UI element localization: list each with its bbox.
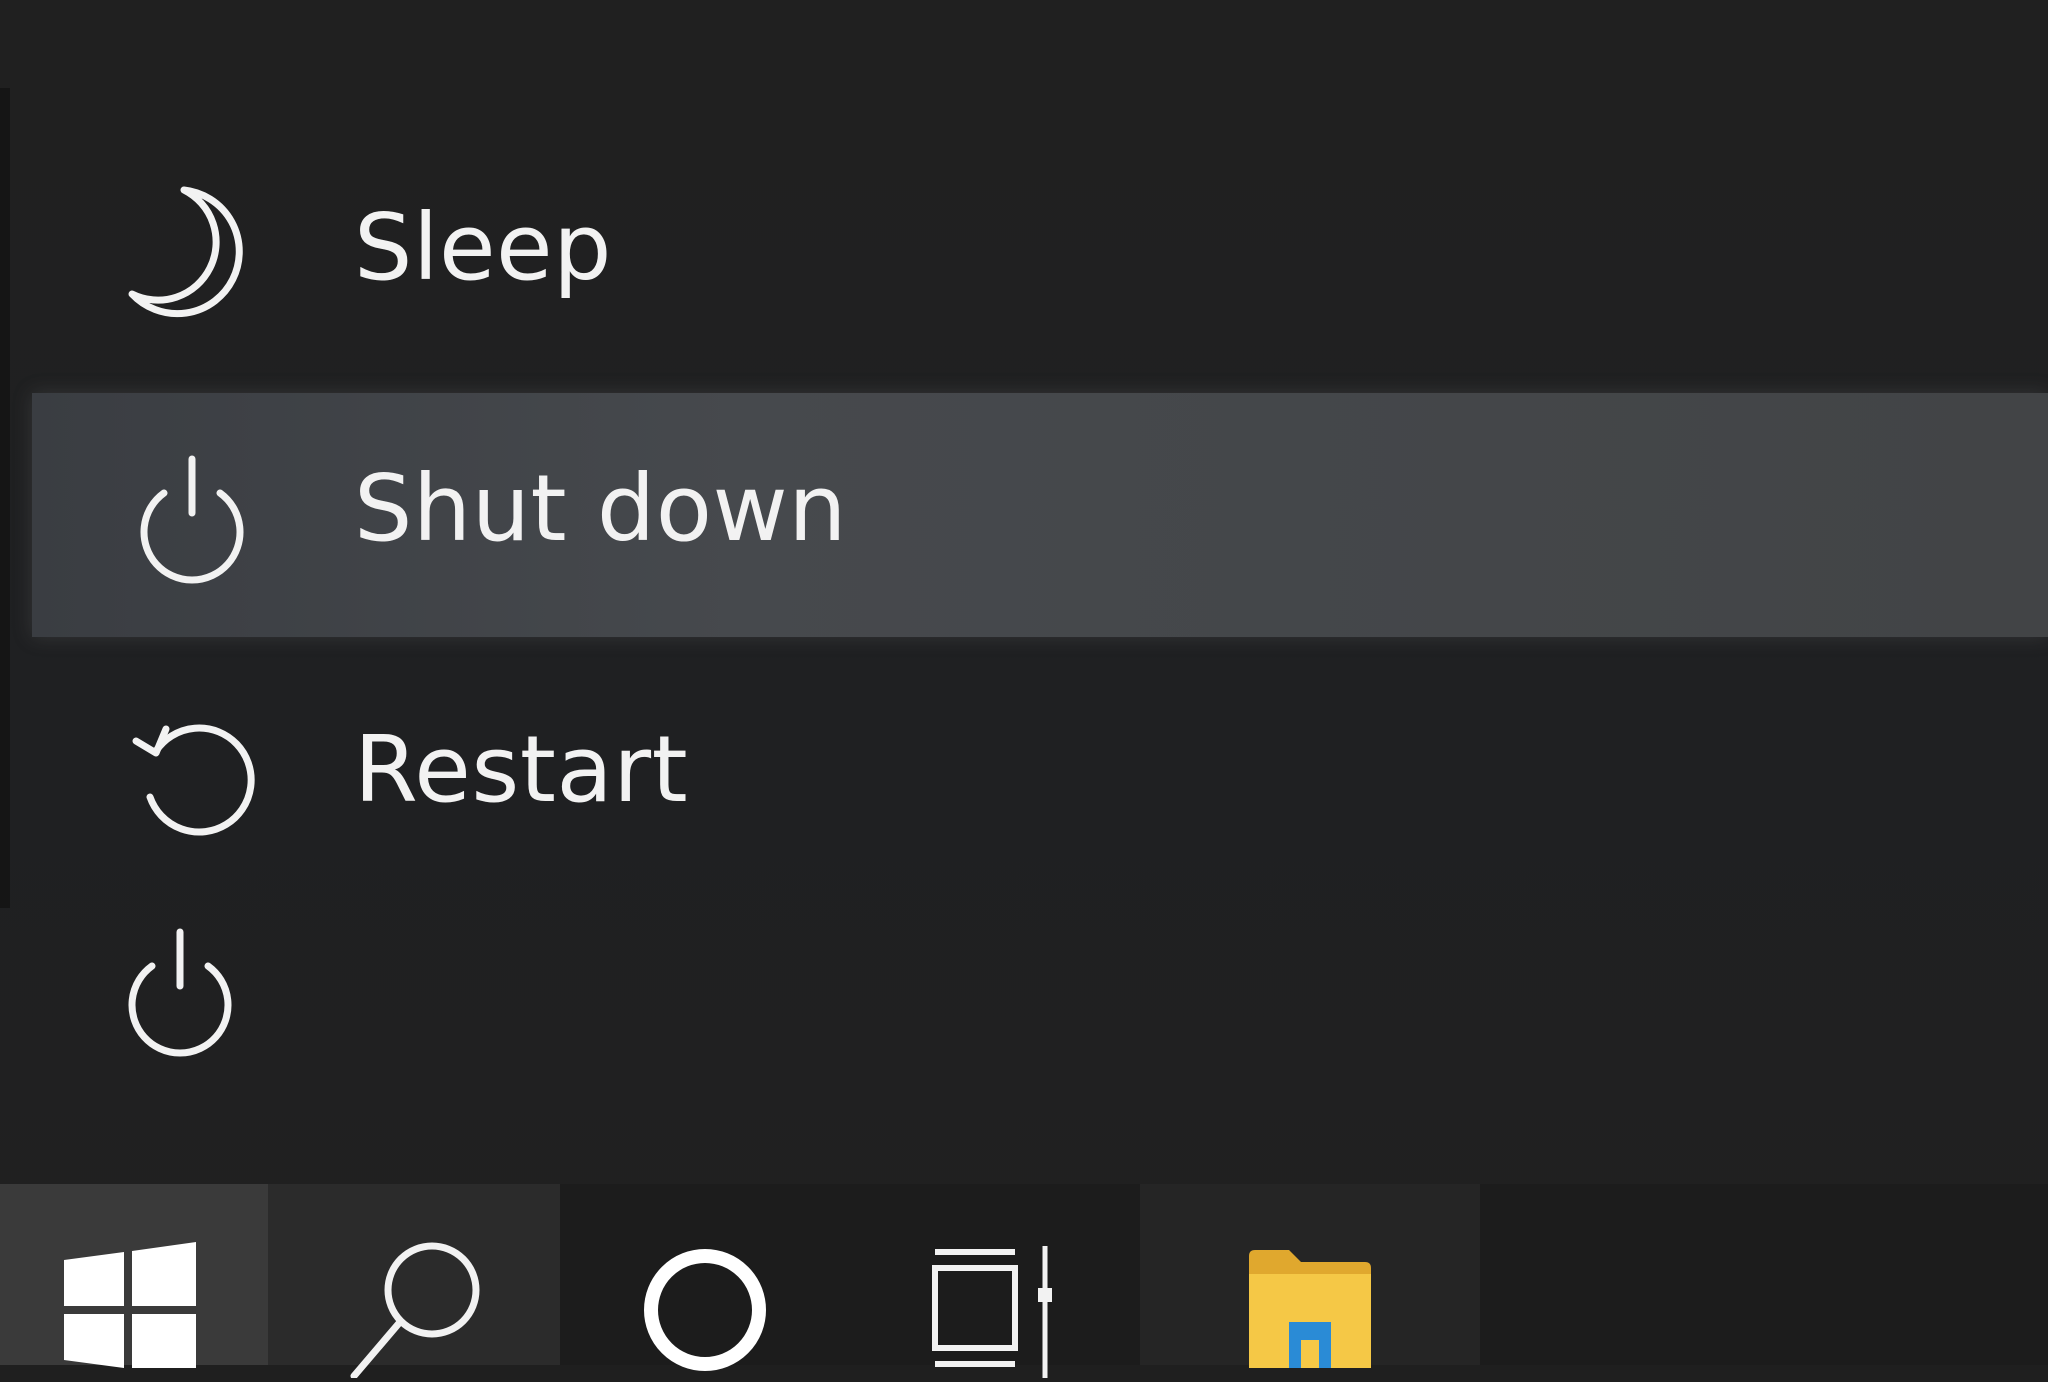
desktop-screen: Sleep Shut down Restart [0,0,2048,1379]
power-icon [122,445,262,585]
sleep-label: Sleep [354,194,613,301]
restart-icon [122,705,262,845]
power-options-menu: Sleep Shut down Restart [32,125,2048,885]
task-view-icon [925,1168,1065,1382]
windows-logo-icon [64,1178,204,1372]
task-view-button[interactable] [850,1184,1140,1378]
file-explorer-button[interactable] [1140,1184,1480,1368]
restart-label: Restart [354,716,689,823]
cortana-button[interactable] [560,1184,850,1371]
search-icon [344,1168,484,1382]
start-menu-edge [0,88,10,908]
restart-menu-item[interactable]: Restart [32,655,2048,895]
power-button[interactable] [110,920,250,1060]
power-icon [110,918,250,1062]
file-explorer-icon [1245,1178,1375,1372]
moon-icon [122,180,262,320]
cortana-icon [635,1168,775,1382]
taskbar [0,1184,2048,1379]
search-button[interactable] [268,1184,560,1379]
shut-down-label: Shut down [354,455,848,562]
shut-down-menu-item[interactable]: Shut down [32,393,2048,637]
sleep-menu-item[interactable]: Sleep [32,125,2048,365]
start-button[interactable] [0,1184,268,1368]
